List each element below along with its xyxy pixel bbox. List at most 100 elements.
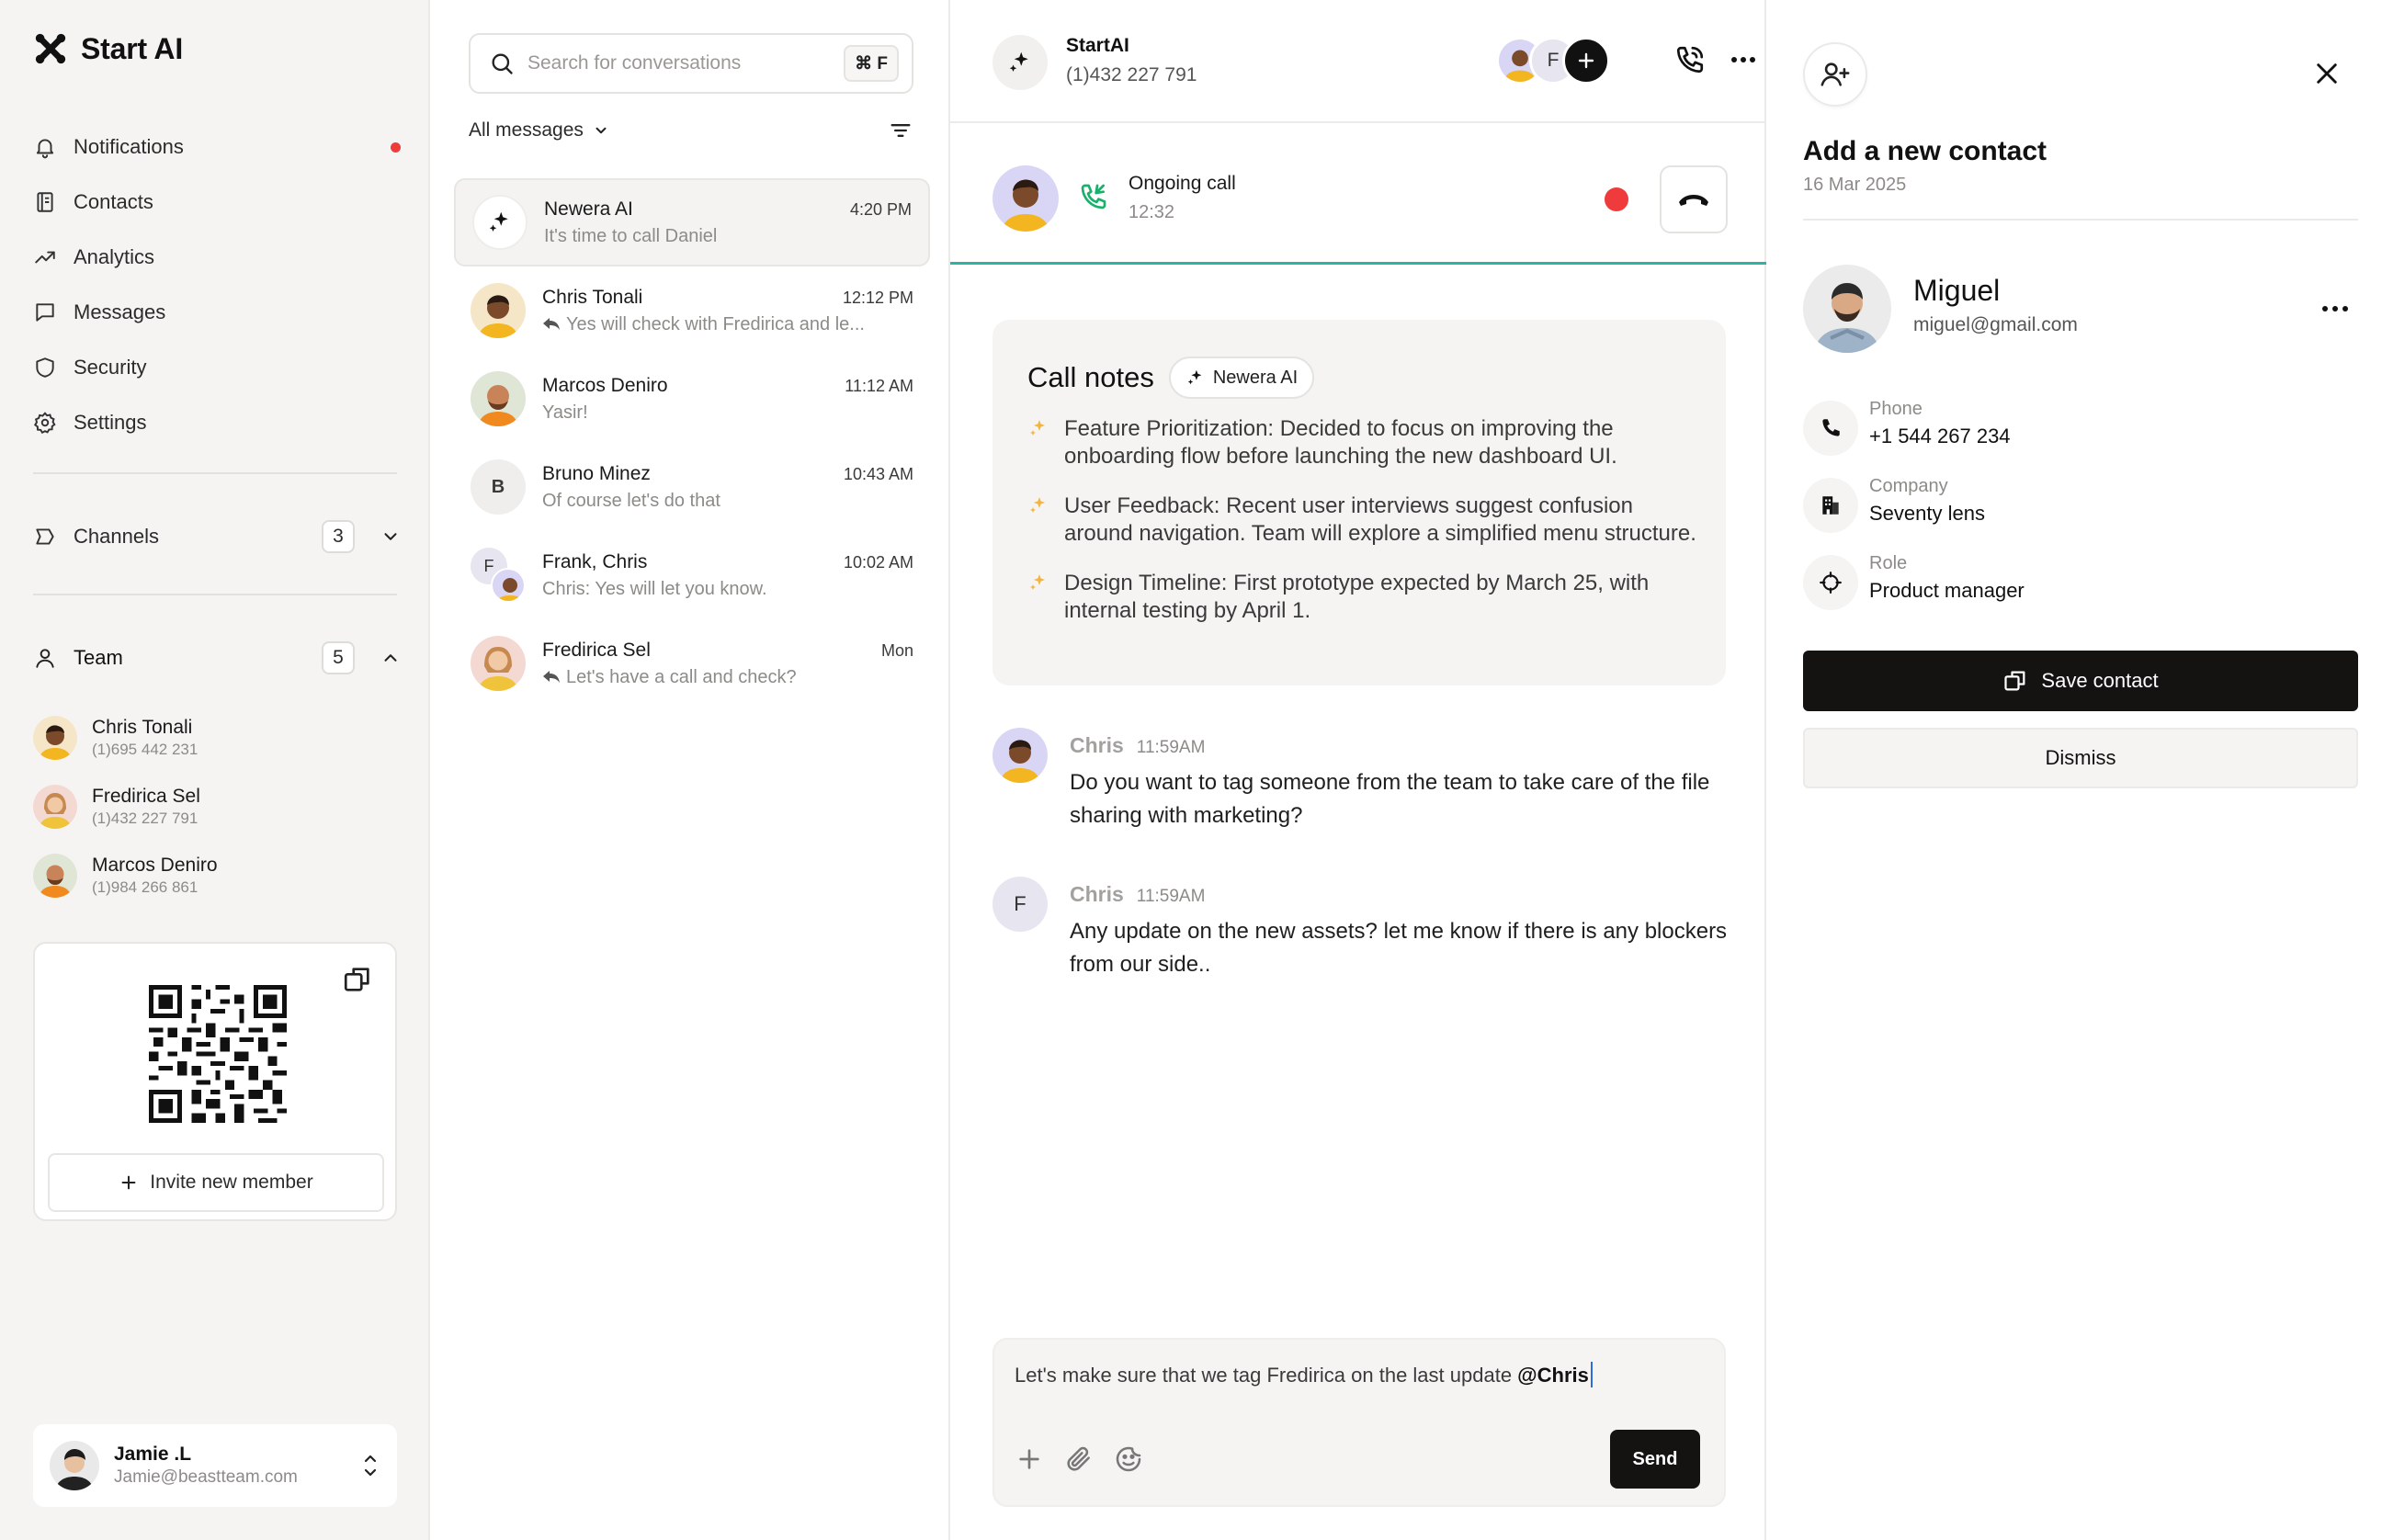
chevron-up-down-icon[interactable] xyxy=(360,1450,380,1481)
message-text: Do you want to tag someone from the team… xyxy=(1070,770,1710,828)
channel-tag-icon xyxy=(36,528,54,545)
avatar xyxy=(471,371,526,426)
nav-item-label: Notifications xyxy=(74,135,184,158)
shield-icon xyxy=(36,357,54,378)
conversation-time: Mon xyxy=(880,640,913,660)
user-plus-icon xyxy=(1821,62,1850,86)
user-name: Jamie .L xyxy=(114,1444,192,1465)
team-label: Team xyxy=(74,646,123,669)
plus-icon xyxy=(1578,52,1594,69)
nav-item-security[interactable]: Security xyxy=(33,340,401,395)
team-member[interactable]: Marcos Deniro (1)984 266 861 xyxy=(33,841,401,910)
message-composer[interactable]: Let's make sure that we tag Fredirica on… xyxy=(992,1338,1726,1507)
conversation-item-fredirica-sel[interactable]: Fredirica Sel Mon Let's have a call and c… xyxy=(454,619,930,708)
chat-panel: StartAI (1)432 227 791 F Ongoing call 12… xyxy=(950,0,1766,1540)
more-horizontal-icon[interactable] xyxy=(1730,44,1757,75)
conversation-preview: Let's have a call and check? xyxy=(566,666,797,687)
conversation-search[interactable]: ⌘ F xyxy=(469,33,913,94)
filter-icon[interactable] xyxy=(888,118,913,143)
sparkle-icon xyxy=(1030,420,1045,436)
conversation-time: 10:02 AM xyxy=(843,552,913,572)
text-caret xyxy=(1590,1362,1593,1387)
conversation-preview: Yasir! xyxy=(542,402,588,423)
nav-item-notifications[interactable]: Notifications xyxy=(33,119,401,175)
avatar xyxy=(471,636,526,691)
contact-avatar xyxy=(1803,265,1891,353)
nav-item-label: Security xyxy=(74,356,147,379)
chat-header: StartAI (1)432 227 791 F xyxy=(950,0,1766,123)
participants: F xyxy=(1496,37,1610,85)
initial-avatar: B xyxy=(471,459,526,515)
message-icon xyxy=(36,303,54,322)
conversation-item-chris-tonali[interactable]: Chris Tonali 12:12 PM Yes will check with… xyxy=(454,266,930,355)
copy-icon[interactable] xyxy=(342,964,373,995)
member-name: Chris Tonali xyxy=(92,716,193,738)
save-contact-button[interactable]: Save contact xyxy=(1803,651,2358,711)
send-button[interactable]: Send xyxy=(1610,1430,1700,1489)
avatar xyxy=(471,283,526,338)
contact-field-role: Role Product manager xyxy=(1803,553,2354,612)
team-member[interactable]: Chris Tonali (1)695 442 231 xyxy=(33,703,401,772)
member-name: Fredirica Sel xyxy=(92,785,200,807)
chevron-down-icon[interactable] xyxy=(380,527,401,547)
current-user-card[interactable]: Jamie .L Jamie@beastteam.com xyxy=(33,1424,397,1507)
phone-call-icon[interactable] xyxy=(1674,44,1706,75)
hang-up-icon xyxy=(1679,195,1708,206)
conversation-preview: It's time to call Daniel xyxy=(544,225,718,246)
nav-item-contacts[interactable]: Contacts xyxy=(33,175,401,230)
composer-input[interactable]: Let's make sure that we tag Fredirica on… xyxy=(1015,1362,1593,1387)
nav-item-settings[interactable]: Settings xyxy=(33,395,401,450)
sparkle-icon xyxy=(1030,497,1045,513)
nav-item-label: Messages xyxy=(74,300,166,323)
conversation-item-bruno-minez[interactable]: B Bruno Minez 10:43 AM Of course let's do… xyxy=(454,443,930,531)
search-input[interactable] xyxy=(527,52,832,74)
nav-item-messages[interactable]: Messages xyxy=(33,285,401,340)
ai-source-chip[interactable]: Newera AI xyxy=(1168,357,1315,399)
call-note-text: Design Timeline: First prototype expecte… xyxy=(1064,571,1650,623)
filter-label: All messages xyxy=(469,119,584,141)
contacts-icon xyxy=(37,192,53,212)
sparkle-icon xyxy=(1009,51,1028,72)
more-horizontal-icon[interactable] xyxy=(2320,300,2351,318)
avatar xyxy=(33,715,77,760)
contact-field-phone: Phone +1 544 267 234 xyxy=(1803,399,2354,458)
emoji-sticker-icon[interactable] xyxy=(1114,1444,1143,1474)
brand[interactable]: Start AI xyxy=(33,31,183,66)
chevron-up-icon[interactable] xyxy=(380,648,401,668)
close-icon[interactable] xyxy=(2314,61,2340,86)
attachment-icon[interactable] xyxy=(1064,1444,1094,1474)
chat-phone: (1)432 227 791 xyxy=(1066,64,1197,85)
channels-label: Channels xyxy=(74,525,159,548)
field-icon-wrap xyxy=(1803,555,1858,610)
plus-icon[interactable] xyxy=(1015,1444,1044,1474)
dismiss-button[interactable]: Dismiss xyxy=(1803,728,2358,788)
invite-label: Invite new member xyxy=(150,1172,313,1193)
message-sender: Chris xyxy=(1070,733,1124,757)
member-phone: (1)984 266 861 xyxy=(92,878,198,896)
end-call-button[interactable] xyxy=(1660,165,1728,233)
conversation-item-frank-chris[interactable]: F Frank, Chris 10:02 AM Chris: Yes will l… xyxy=(454,531,930,619)
conversation-item-marcos-deniro[interactable]: Marcos Deniro 11:12 AM Yasir! xyxy=(454,355,930,443)
nav-item-analytics[interactable]: Analytics xyxy=(33,230,401,285)
messages-filter-dropdown[interactable]: All messages xyxy=(469,119,609,142)
ai-chip-label: Newera AI xyxy=(1212,367,1299,388)
conversation-time: 4:20 PM xyxy=(849,199,912,219)
invite-new-member-button[interactable]: Invite new member xyxy=(48,1153,384,1212)
message-time: 11:59AM xyxy=(1136,887,1206,906)
add-participant-button[interactable] xyxy=(1562,37,1610,85)
initial-avatar: F xyxy=(992,877,1048,932)
panel-divider xyxy=(1803,219,2358,221)
conversation-item-newera-ai[interactable]: Newera AI 4:20 PM It's time to call Danie… xyxy=(454,178,930,266)
field-label: Phone xyxy=(1869,399,1923,419)
brand-logo-icon xyxy=(35,33,66,64)
brand-name: Start AI xyxy=(81,31,184,65)
channels-row[interactable]: Channels 3 xyxy=(33,518,401,555)
conversation-time: 12:12 PM xyxy=(842,288,913,307)
trend-icon xyxy=(35,251,55,264)
sparkle-icon xyxy=(1187,369,1202,385)
team-member[interactable]: Fredirica Sel (1)432 227 791 xyxy=(33,772,401,841)
conversation-name: Chris Tonali xyxy=(542,286,643,308)
composer-text: Let's make sure that we tag Fredirica on… xyxy=(1015,1364,1518,1387)
team-row[interactable]: Team 5 xyxy=(33,640,401,676)
conversation-time: 11:12 AM xyxy=(845,376,913,395)
